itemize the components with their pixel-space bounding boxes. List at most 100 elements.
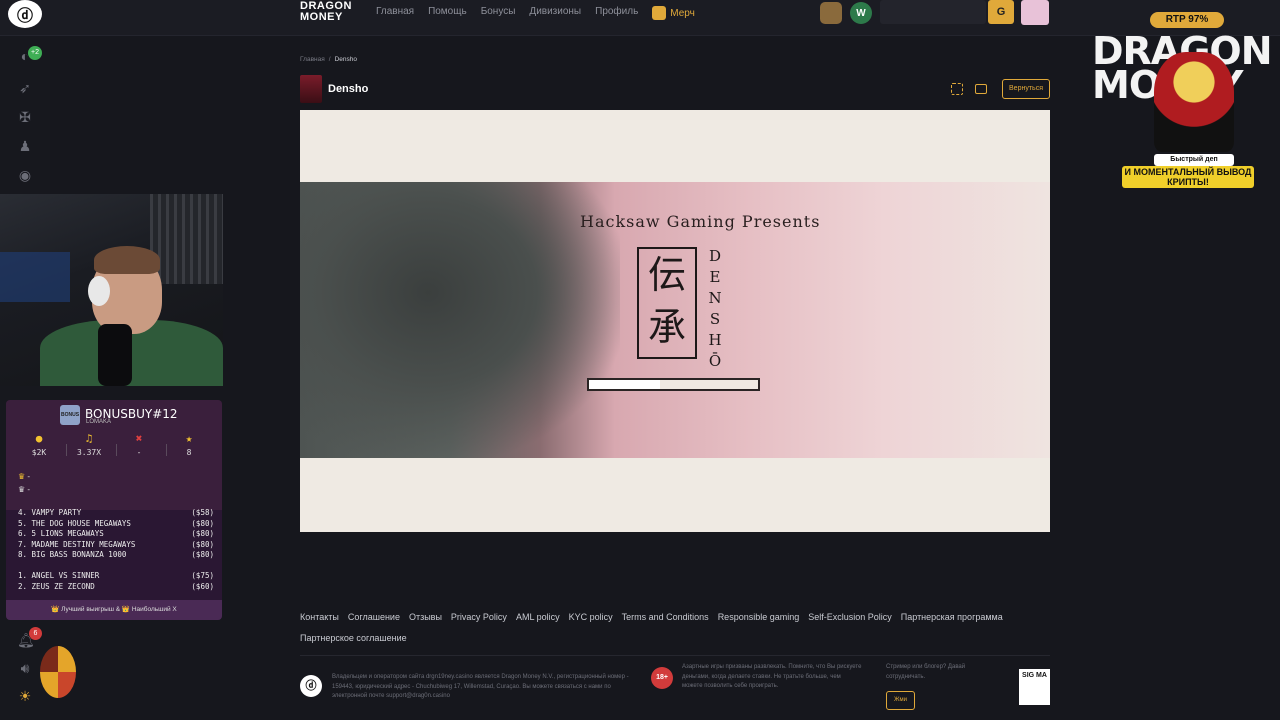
user-icon[interactable]: ♟: [17, 138, 33, 154]
footer-link-contacts[interactable]: Контакты: [300, 611, 339, 623]
biggest-x-row: ♛ -: [18, 485, 30, 494]
footer-link-partner-agreement[interactable]: Партнерское соглашение: [300, 632, 407, 644]
breadcrumb-current: Densho: [334, 56, 357, 63]
sigma-awards-logo: SIG MA: [1019, 669, 1050, 705]
webcam-person-hair: [94, 246, 160, 274]
footer-link-reviews[interactable]: Отзывы: [409, 611, 442, 623]
list-item: 2. ZEUS ZE ZECOND ($60): [18, 581, 214, 591]
footer-logo-icon: ⓓ: [300, 675, 322, 697]
bonus-badge: +2: [28, 46, 42, 60]
bonus-box-icon: BONUS: [60, 405, 80, 425]
chest-icon[interactable]: [820, 2, 842, 24]
nav-bonuses[interactable]: Бонусы: [481, 6, 516, 20]
best-win-value: -: [27, 472, 31, 481]
avatar[interactable]: [1021, 0, 1049, 25]
top-bar: DRAGON MONEY Главная Помощь Бонусы Дивиз…: [0, 0, 1280, 36]
nav-home[interactable]: Главная: [376, 6, 414, 20]
wallet-icon[interactable]: W: [850, 2, 872, 24]
footer-link-privacy[interactable]: Privacy Policy: [451, 611, 507, 623]
streamer-webcam: [0, 194, 223, 386]
crown-icon: ♛: [18, 485, 26, 494]
nav-merch[interactable]: Мерч: [652, 6, 695, 20]
list-item: 1. ANGEL VS SINNER ($75): [18, 571, 214, 580]
game-presents-text: Hacksaw Gaming Presents: [580, 212, 821, 231]
main-nav: Главная Помощь Бонусы Дивизионы Профиль …: [376, 6, 695, 20]
merch-icon: [652, 6, 667, 20]
footer-link-responsible[interactable]: Responsible gaming: [718, 611, 800, 623]
theater-mode-icon[interactable]: [975, 84, 987, 94]
stat-fails-value: -: [136, 448, 142, 457]
footer-links: Контакты Соглашение Отзывы Privacy Polic…: [300, 611, 1040, 644]
nav-merch-label: Мерч: [670, 7, 695, 19]
coin-icon[interactable]: ◉: [17, 167, 33, 183]
stat-fails: ✖ -: [114, 432, 164, 457]
footer-warning-text: Азартные игры призваны развлекать. Помни…: [682, 664, 862, 689]
sound-icon[interactable]: 🔊︎: [17, 660, 33, 676]
footer-divider: [300, 655, 1050, 656]
breadcrumb: Главная / Densho: [300, 56, 357, 63]
game-frame[interactable]: Hacksaw Gaming Presents 伝承 D E N S H Ō: [300, 110, 1050, 532]
bonus-list: 4. VAMPY PARTY ($58) 5. THE DOG HOUSE MEG…: [18, 508, 214, 592]
footer-link-self-exclusion[interactable]: Self-Exclusion Policy: [808, 611, 892, 623]
loading-bar-fill: [589, 380, 660, 389]
stat-count: ★ 8: [164, 432, 214, 457]
breadcrumb-home[interactable]: Главная: [300, 56, 325, 63]
game-vertical-title: D E N S H Ō: [708, 247, 722, 370]
list-item: 4. VAMPY PARTY ($58): [18, 508, 214, 517]
list-item: 7. MADAME DESTINY MEGAWAYS ($80): [18, 539, 214, 549]
rocket-icon[interactable]: ➶: [17, 80, 33, 96]
footer-partner-text: Стример или блогер? Давай сотрудничать.: [886, 664, 966, 680]
brand-logo[interactable]: DRAGON MONEY: [300, 1, 352, 23]
stat-multiplier-value: 3.37X: [76, 448, 102, 457]
bonusbuy-legend: 👑 Лучший выигрыш & 👑 Наибольший X: [6, 600, 222, 620]
footer-link-terms[interactable]: Terms and Conditions: [622, 611, 709, 623]
dragon-mascot-icon: [1154, 52, 1234, 152]
microphone-icon: [98, 324, 132, 386]
bonusbuy-overlay: BONUS BONUSBUY#12 LOMAKA ● $2K ♫ 3.37X ✖…: [6, 400, 222, 620]
stat-cost: ● $2K: [14, 432, 64, 457]
nav-profile[interactable]: Профиль: [595, 6, 638, 20]
coin-icon: ●: [35, 432, 43, 445]
footer-link-aml[interactable]: AML policy: [516, 611, 560, 623]
promo-banner: DRAGON MONEY RTP 97% Быстрый деп И МОМЕН…: [1092, 12, 1273, 190]
star-icon: ★: [185, 432, 193, 445]
page-title: Densho: [328, 83, 369, 95]
deposit-button[interactable]: G: [988, 0, 1014, 24]
promo-tag-withdraw: И МОМЕНТАЛЬНЫЙ ВЫВОД КРИПТЫ!: [1122, 166, 1254, 188]
biggest-x-value: -: [27, 485, 31, 494]
sun-icon[interactable]: ☀: [17, 688, 33, 704]
footer-link-agreement[interactable]: Соглашение: [348, 611, 400, 623]
crown-icon: ♛: [18, 472, 26, 481]
stat-cost-value: $2K: [31, 448, 47, 457]
footer-link-kyc[interactable]: KYC policy: [569, 611, 613, 623]
cross-icon: ✖: [135, 432, 143, 445]
promo-tag-deposit: Быстрый деп: [1154, 154, 1234, 166]
rtp-badge: RTP 97%: [1150, 12, 1224, 28]
best-win-row: ♛ -: [18, 472, 30, 481]
list-item: 8. BIG BASS BONANZA 1000 ($80): [18, 550, 214, 559]
footer-owner-text: Владельцем и оператором сайта drgn19ney.…: [332, 674, 629, 699]
game-thumbnail: [300, 75, 322, 103]
dragon-icon[interactable]: ✠: [17, 109, 33, 125]
stat-multiplier: ♫ 3.37X: [64, 432, 114, 457]
breadcrumb-separator: /: [328, 56, 331, 63]
age-restriction-badge: 18+: [651, 667, 673, 689]
partner-button[interactable]: Жми: [886, 691, 915, 710]
back-button[interactable]: Вернуться: [1002, 79, 1050, 99]
nav-divisions[interactable]: Дивизионы: [529, 6, 581, 20]
horseshoe-icon: ♫: [85, 432, 93, 445]
loading-bar: [587, 378, 760, 391]
notification-badge: 6: [29, 627, 42, 640]
webcam-background: [150, 194, 223, 284]
list-item: 6. 5 LIONS MEGAWAYS ($80): [18, 529, 214, 538]
nav-help[interactable]: Помощь: [428, 6, 467, 20]
bonusbuy-subtitle: LOMAKA: [86, 419, 112, 425]
site-logo-icon[interactable]: ⓓ: [8, 0, 42, 28]
balance-field[interactable]: [880, 0, 986, 24]
game-kanji-logo: 伝承: [637, 247, 697, 359]
webcam-light: [0, 252, 70, 302]
wheel-icon[interactable]: [40, 646, 76, 698]
fullscreen-icon[interactable]: [951, 83, 963, 95]
footer-link-affiliate[interactable]: Партнерская программа: [901, 611, 1003, 623]
